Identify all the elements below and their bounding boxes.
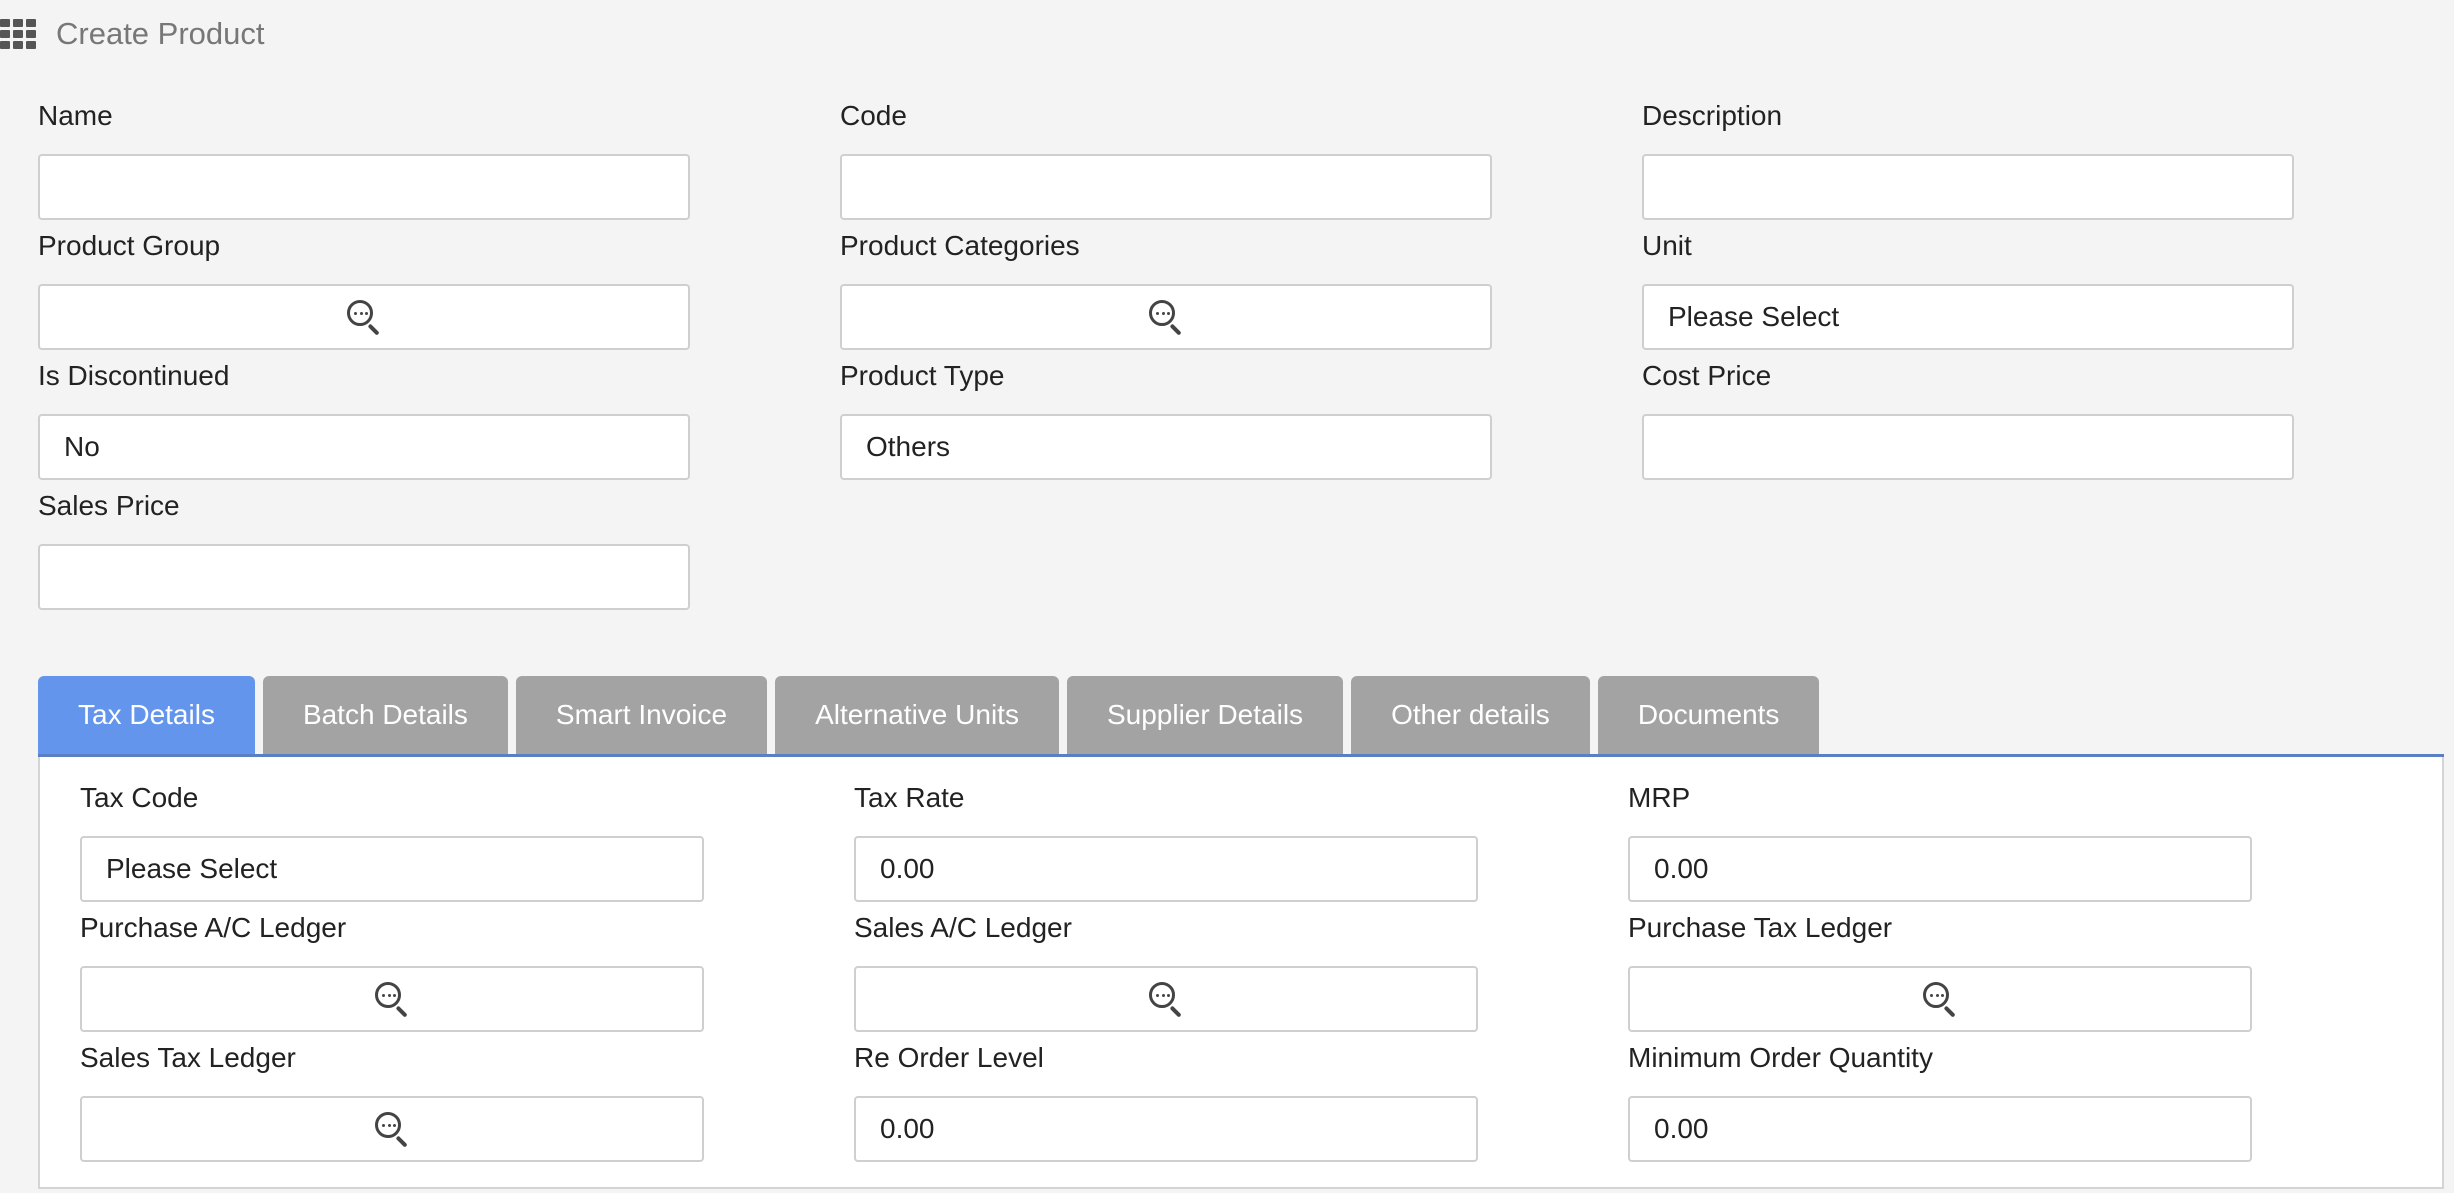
apps-grid-icon[interactable]: [0, 19, 36, 49]
tax-rate-label: Tax Rate: [854, 782, 965, 813]
tax-code-select[interactable]: Please Select: [80, 836, 704, 902]
min-order-qty-field: Minimum Order Quantity 0.00: [1628, 1040, 2252, 1162]
product-categories-label: Product Categories: [840, 230, 1080, 261]
cost-price-field: Cost Price: [1642, 358, 2294, 480]
is-discontinued-label: Is Discontinued: [38, 360, 230, 391]
sales-price-input[interactable]: [38, 544, 690, 610]
sales-tax-ledger-field: Sales Tax Ledger: [80, 1040, 704, 1162]
reorder-level-input[interactable]: 0.00: [854, 1096, 1478, 1162]
product-type-select[interactable]: Others: [840, 414, 1492, 480]
name-label: Name: [38, 100, 113, 131]
is-discontinued-select[interactable]: No: [38, 414, 690, 480]
code-field: Code: [840, 98, 1492, 220]
product-group-lookup[interactable]: [38, 284, 690, 350]
mrp-input[interactable]: 0.00: [1628, 836, 2252, 902]
tax-rate-input[interactable]: 0.00: [854, 836, 1478, 902]
tab-supplier-details[interactable]: Supplier Details: [1066, 676, 1344, 754]
code-label: Code: [840, 100, 907, 131]
tab-bar: Tax Details Batch Details Smart Invoice …: [38, 676, 1827, 756]
sales-ac-ledger-lookup[interactable]: [854, 966, 1478, 1032]
title-bar: Create Product: [0, 12, 265, 56]
code-input[interactable]: [840, 154, 1492, 220]
tax-code-label: Tax Code: [80, 782, 199, 813]
page-title: Create Product: [56, 16, 265, 51]
sales-tax-ledger-label: Sales Tax Ledger: [80, 1042, 296, 1073]
product-categories-field: Product Categories: [840, 228, 1492, 350]
tab-tax-details[interactable]: Tax Details: [38, 676, 255, 754]
mrp-label: MRP: [1628, 782, 1691, 813]
lookup-search-icon[interactable]: [1147, 980, 1185, 1018]
unit-select[interactable]: Please Select: [1642, 284, 2294, 350]
purchase-tax-ledger-label: Purchase Tax Ledger: [1628, 912, 1893, 943]
cost-price-input[interactable]: [1642, 414, 2294, 480]
tax-code-field: Tax Code Please Select: [80, 780, 704, 902]
sales-price-field: Sales Price: [38, 488, 690, 610]
reorder-level-label: Re Order Level: [854, 1042, 1044, 1073]
tab-batch-details[interactable]: Batch Details: [262, 676, 508, 754]
sales-ac-ledger-label: Sales A/C Ledger: [854, 912, 1072, 943]
is-discontinued-field: Is Discontinued No: [38, 358, 690, 480]
name-input[interactable]: [38, 154, 690, 220]
product-type-label: Product Type: [840, 360, 1005, 391]
description-label: Description: [1642, 100, 1783, 131]
purchase-ac-ledger-lookup[interactable]: [80, 966, 704, 1032]
lookup-search-icon[interactable]: [373, 1110, 411, 1148]
purchase-ac-ledger-field: Purchase A/C Ledger: [80, 910, 704, 1032]
unit-field: Unit Please Select: [1642, 228, 2294, 350]
sales-tax-ledger-lookup[interactable]: [80, 1096, 704, 1162]
description-input[interactable]: [1642, 154, 2294, 220]
description-field: Description: [1642, 98, 2294, 220]
name-field: Name: [38, 98, 690, 220]
tab-alternative-units[interactable]: Alternative Units: [775, 676, 1059, 754]
purchase-ac-ledger-label: Purchase A/C Ledger: [80, 912, 347, 943]
sales-ac-ledger-field: Sales A/C Ledger: [854, 910, 1478, 1032]
lookup-search-icon[interactable]: [1147, 298, 1185, 336]
unit-label: Unit: [1642, 230, 1692, 261]
min-order-qty-input[interactable]: 0.00: [1628, 1096, 2252, 1162]
cost-price-label: Cost Price: [1642, 360, 1772, 391]
tax-rate-field: Tax Rate 0.00: [854, 780, 1478, 902]
product-group-label: Product Group: [38, 230, 221, 261]
reorder-level-field: Re Order Level 0.00: [854, 1040, 1478, 1162]
tab-other-details[interactable]: Other details: [1351, 676, 1590, 754]
purchase-tax-ledger-lookup[interactable]: [1628, 966, 2252, 1032]
lookup-search-icon[interactable]: [345, 298, 383, 336]
product-group-field: Product Group: [38, 228, 690, 350]
product-categories-lookup[interactable]: [840, 284, 1492, 350]
product-type-field: Product Type Others: [840, 358, 1492, 480]
purchase-tax-ledger-field: Purchase Tax Ledger: [1628, 910, 2252, 1032]
min-order-qty-label: Minimum Order Quantity: [1628, 1042, 1933, 1073]
sales-price-label: Sales Price: [38, 490, 180, 521]
lookup-search-icon[interactable]: [373, 980, 411, 1018]
mrp-field: MRP 0.00: [1628, 780, 2252, 902]
tab-documents[interactable]: Documents: [1597, 676, 1820, 754]
lookup-search-icon[interactable]: [1921, 980, 1959, 1018]
tab-smart-invoice[interactable]: Smart Invoice: [515, 676, 768, 754]
